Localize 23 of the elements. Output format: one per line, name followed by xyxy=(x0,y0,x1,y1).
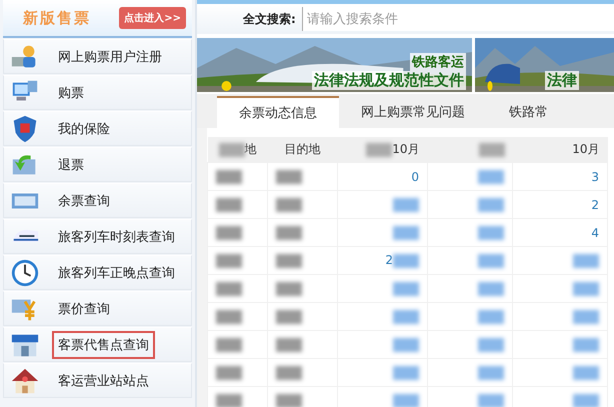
table-cell: 2 xyxy=(385,253,393,268)
search-label: 全文搜索: xyxy=(243,10,296,28)
tab[interactable]: 铁路常 xyxy=(487,96,570,128)
enter-button[interactable]: 点击进入>> xyxy=(119,7,186,29)
column-header: 地 xyxy=(244,142,256,156)
column-header: 目的地 xyxy=(284,142,320,156)
banner-title: 法律法规及规范性文件 xyxy=(312,71,466,90)
banner-title: 法律 xyxy=(545,71,579,90)
clock-icon xyxy=(10,258,40,288)
tab[interactable]: 余票动态信息 xyxy=(217,96,339,128)
table-cell: 0 xyxy=(411,170,419,184)
sidebar-link[interactable]: 退票 xyxy=(52,150,90,178)
sidebar-title: 新版售票 xyxy=(23,8,91,28)
banner-subtitle: 铁路客运 xyxy=(410,53,466,71)
column-header: 10月 xyxy=(572,142,600,156)
table-cell: 2 xyxy=(591,198,599,212)
sidebar-link[interactable]: 购票 xyxy=(52,78,90,106)
tab[interactable]: 网上购票常见问题 xyxy=(339,96,487,128)
table-cell: 4 xyxy=(591,226,599,240)
column-header: 10月 xyxy=(392,142,420,156)
sidebar-link[interactable]: 客票代售点查询 xyxy=(52,330,155,358)
table-cell: 3 xyxy=(591,170,599,184)
search-field[interactable]: 请输入搜索条件 xyxy=(302,7,614,31)
